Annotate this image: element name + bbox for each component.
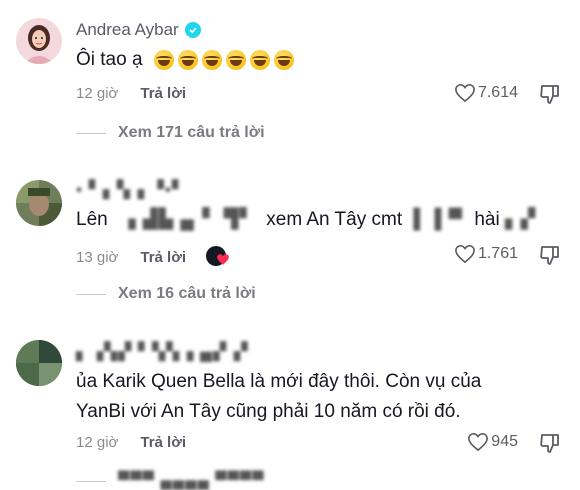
- comment-text-content: Ôi tao ạ: [76, 49, 143, 70]
- like-count: 1.761: [477, 245, 518, 262]
- view-replies-button[interactable]: Xem 16 câu trả lời: [76, 285, 256, 303]
- like-button[interactable]: 945: [467, 432, 518, 452]
- view-replies-label: Xem 16 câu trả lời: [118, 285, 256, 302]
- avatar[interactable]: [16, 18, 62, 64]
- avatar[interactable]: [16, 340, 62, 386]
- username[interactable]: ▖▗▚▞ ▘▚▚▗ ▄▞▗▘: [76, 342, 255, 362]
- comment-text-line: ủa Karik Quen Bella là mới đây thôi. Còn…: [76, 371, 482, 392]
- reply-button[interactable]: Trả lời: [140, 85, 186, 102]
- dislike-button[interactable]: [538, 431, 562, 460]
- laughing-crying-emoji-icon: [177, 49, 198, 70]
- username[interactable]: Andrea Aybar: [76, 20, 201, 40]
- username-text: Andrea Aybar: [76, 20, 179, 39]
- comment-text-part: hài: [474, 209, 500, 230]
- censored-text: ▗ ▟▙ ▄▝: [120, 209, 211, 230]
- laughing-crying-emoji-row: [153, 49, 298, 70]
- like-button[interactable]: 1.761: [454, 244, 518, 264]
- timestamp: 12 giờ: [76, 85, 119, 102]
- laughing-crying-emoji-icon: [201, 49, 222, 70]
- like-count: 945: [491, 433, 518, 450]
- heart-outline-icon: [455, 244, 475, 264]
- view-replies-button[interactable]: ▀▀▀ ▄▄▄▄ ▀▀▀▀: [76, 472, 265, 490]
- thumbs-down-icon: [540, 434, 559, 453]
- view-replies-blurred: ▀▀▀ ▄▄▄▄ ▀▀▀▀: [118, 472, 265, 489]
- timestamp: 13 giờ: [76, 248, 119, 266]
- laughing-crying-emoji-icon: [153, 49, 174, 70]
- creator-liked-heart-icon: [206, 246, 232, 268]
- laughing-crying-emoji-icon: [273, 49, 294, 70]
- like-button[interactable]: 7.614: [454, 83, 518, 103]
- view-replies-label: Xem 171 câu trả lời: [118, 124, 265, 141]
- censored-text: ▌▐ ▀: [413, 209, 464, 230]
- comment-text: Lên ▗ ▟▙ ▄▝ ▜▘ xem An Tây cmt ▌▐ ▀ hài ▖…: [76, 205, 536, 235]
- comment-meta: 13 giờ Trả lời: [76, 246, 232, 268]
- comment-text: ủa Karik Quen Bella là mới đây thôi. Còn…: [76, 367, 481, 427]
- comment-text-part: xem An Tây cmt: [266, 209, 403, 230]
- comment-text-line: YanBi với An Tây cũng phải 10 năm có rồi…: [76, 401, 461, 422]
- censored-text: ▜▘: [223, 209, 255, 230]
- dislike-button[interactable]: [538, 243, 562, 272]
- laughing-crying-emoji-icon: [249, 49, 270, 70]
- username-blurred: ▖▗▚▞ ▘▚▚▗ ▄▞▗▘: [76, 342, 256, 361]
- thumbs-down-icon: [540, 85, 559, 104]
- heart-outline-icon: [468, 432, 489, 452]
- censored-text: ▖▞: [504, 209, 537, 230]
- comment-text-part: Lên: [76, 209, 108, 230]
- verified-badge-icon: [184, 22, 201, 38]
- comment-meta: 12 giờ Trả lời: [76, 85, 186, 102]
- comment-meta: 12 giờ Trả lời: [76, 434, 186, 451]
- timestamp: 12 giờ: [76, 434, 119, 451]
- heart-outline-icon: [455, 83, 475, 103]
- dislike-button[interactable]: [538, 82, 562, 111]
- reply-button[interactable]: Trả lời: [140, 434, 186, 451]
- view-replies-button[interactable]: Xem 171 câu trả lời: [76, 124, 265, 142]
- username[interactable]: ▪ ▘▖▚▗ ▝▪▘: [76, 180, 186, 200]
- thumbs-down-icon: [540, 246, 559, 265]
- divider-line: [76, 132, 106, 134]
- like-count: 7.614: [477, 84, 518, 101]
- divider-line: [76, 293, 106, 295]
- comment-text: Ôi tao ạ: [76, 45, 298, 75]
- avatar[interactable]: [16, 180, 62, 226]
- divider-line: [76, 480, 106, 482]
- username-blurred: ▪ ▘▖▚▗ ▝▪▘: [76, 180, 186, 199]
- laughing-crying-emoji-icon: [225, 49, 246, 70]
- reply-button[interactable]: Trả lời: [140, 249, 186, 266]
